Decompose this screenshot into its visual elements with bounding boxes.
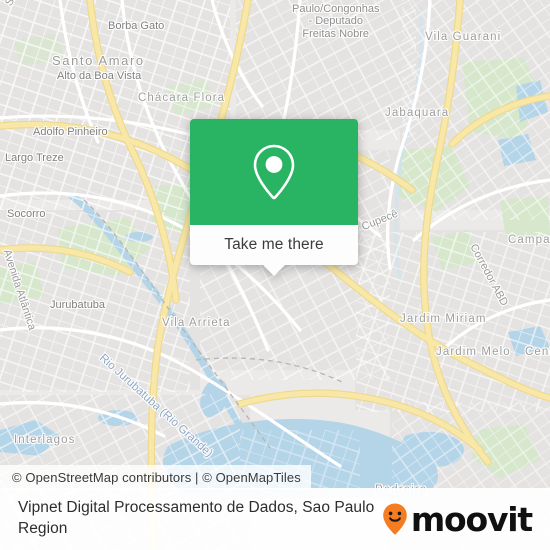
take-me-there-button[interactable]: Take me there (224, 236, 324, 254)
page-footer: Vipnet Digital Processamento de Dados, S… (0, 488, 550, 550)
moovit-logo[interactable]: moovit (382, 499, 533, 539)
popup-footer[interactable]: Take me there (190, 225, 358, 276)
location-popup[interactable]: Take me there (190, 119, 358, 276)
popup-header (190, 119, 358, 225)
moovit-wordmark: moovit (410, 499, 533, 539)
moovit-pin-icon (383, 503, 407, 535)
map-attribution[interactable]: © OpenStreetMap contributors | © OpenMap… (0, 465, 311, 489)
location-caption: Vipnet Digital Processamento de Dados, S… (18, 499, 375, 537)
map-page: SãoBorba GatoPaulo/Congonhas - Deputado … (0, 0, 550, 550)
popup-tail (263, 265, 285, 276)
location-pin-icon (253, 144, 295, 200)
